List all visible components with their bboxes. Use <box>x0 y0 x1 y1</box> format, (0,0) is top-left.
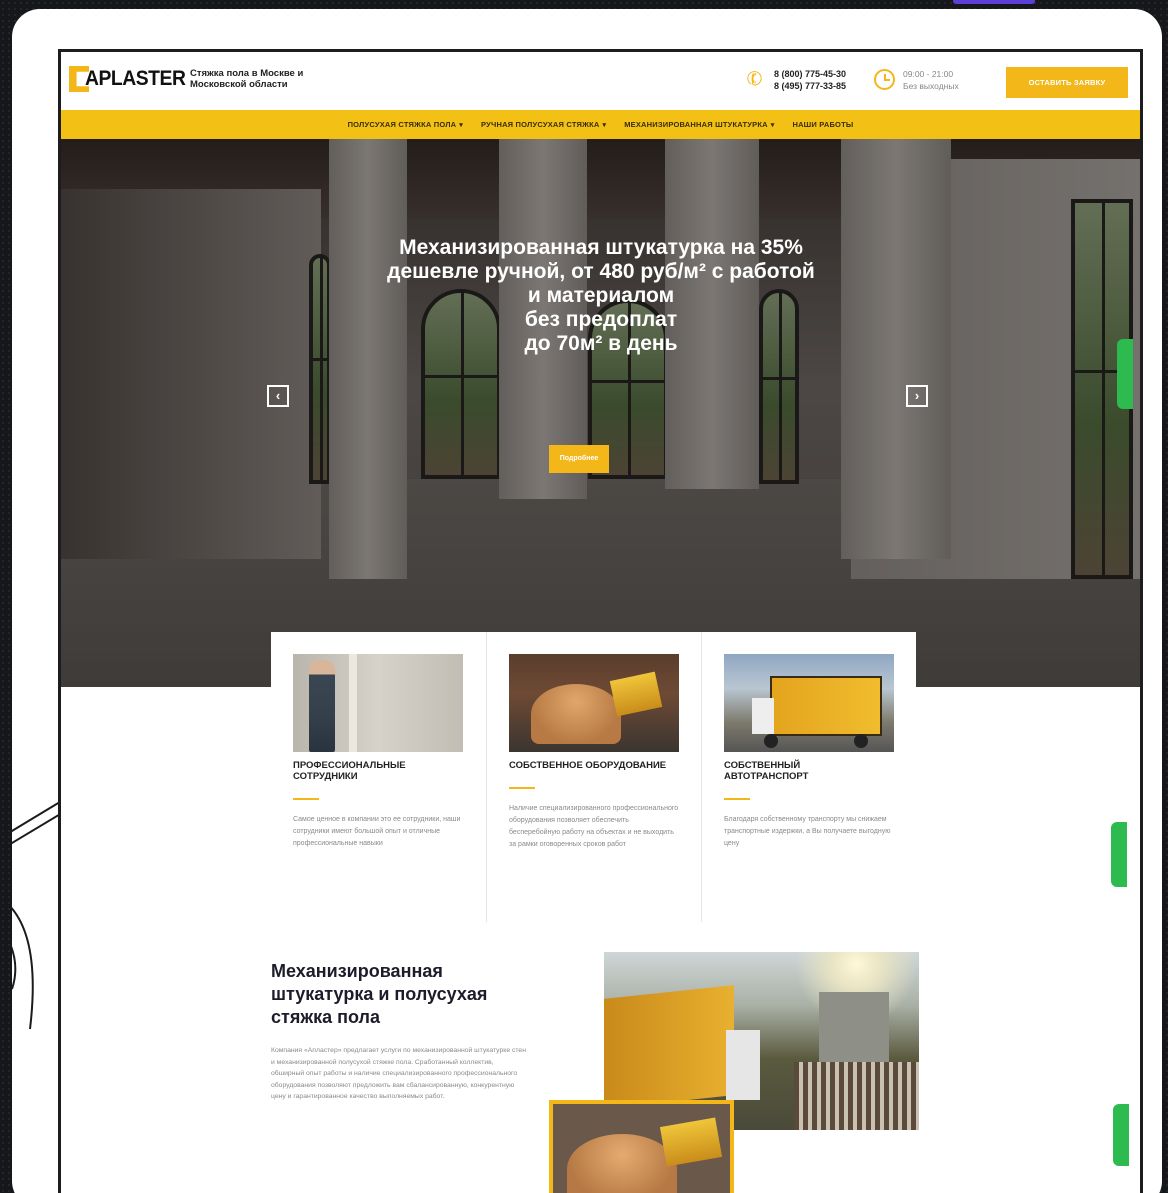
site-tagline: Стяжка пола в Москве и Московской област… <box>190 68 304 90</box>
hero-overlay <box>61 139 1140 687</box>
leave-request-button[interactable]: ОСТАВИТЬ ЗАЯВКУ <box>1006 67 1128 98</box>
site-header: APLASTER Стяжка пола в Москве и Московск… <box>61 52 1140 110</box>
feature-text: Наличие специализированного профессионал… <box>509 805 679 848</box>
hero-title-line: без предоплат <box>524 308 678 331</box>
main-nav: ПОЛУСУХАЯ СТЯЖКА ПОЛА ▾ РУЧНАЯ ПОЛУСУХАЯ … <box>61 110 1140 139</box>
truck-photo <box>724 654 894 752</box>
nav-item-label: МЕХАНИЗИРОВАННАЯ ШТУКАТУРКА <box>624 120 768 129</box>
worker-photo <box>293 654 463 752</box>
chevron-down-icon: ▾ <box>602 122 607 129</box>
hours-time: 09:00 - 21:00 <box>903 69 954 79</box>
hero-title-line: дешевле ручной, от 480 руб/м² с работой <box>387 260 815 283</box>
features-section: ПРОФЕССИОНАЛЬНЫЕ СОТРУДНИКИ Самое ценное… <box>271 632 916 922</box>
working-hours: 09:00 - 21:00 Без выходных <box>903 68 959 92</box>
feature-divider <box>509 787 535 789</box>
nav-item-semidry-screed[interactable]: ПОЛУСУХАЯ СТЯЖКА ПОЛА ▾ <box>348 120 463 129</box>
tablet-frame: APLASTER Стяжка пола в Москве и Московск… <box>12 9 1162 1193</box>
feature-card: ПРОФЕССИОНАЛЬНЫЕ СОТРУДНИКИ Самое ценное… <box>271 632 486 922</box>
callback-widget-tab[interactable] <box>1117 339 1133 409</box>
feature-card: СОБСТВЕННОЕ ОБОРУДОВАНИЕ Наличие специал… <box>486 632 701 922</box>
about-title: Механизированная штукатурка и полусухая … <box>271 961 488 1027</box>
nav-item-manual-screed[interactable]: РУЧНАЯ ПОЛУСУХАЯ СТЯЖКА ▾ <box>481 120 606 129</box>
hours-note: Без выходных <box>903 81 959 91</box>
feature-title: СОБСТВЕННЫЙ АВТОТРАНСПОРТ <box>724 760 809 782</box>
chevron-down-icon: ▾ <box>459 122 464 129</box>
phone-link-1[interactable]: 8 (800) 775-45-30 <box>774 68 846 80</box>
clock-icon <box>874 69 895 90</box>
chevron-left-icon: ‹ <box>275 388 281 403</box>
top-accent-tab <box>953 0 1035 4</box>
hero-more-button[interactable]: Подробнее <box>549 445 609 473</box>
feature-text: Самое ценное в компании это ее сотрудник… <box>293 816 461 847</box>
hero-title: Механизированная штукатурка на 35% дешев… <box>291 236 911 356</box>
phone-numbers: 8 (800) 775-45-30 8 (495) 777-33-85 <box>774 68 846 92</box>
hero-slider: Механизированная штукатурка на 35% дешев… <box>61 139 1140 687</box>
feature-title: СОБСТВЕННОЕ ОБОРУДОВАНИЕ <box>509 760 667 771</box>
feature-divider <box>724 798 750 800</box>
feature-title: ПРОФЕССИОНАЛЬНЫЕ СОТРУДНИКИ <box>293 760 406 782</box>
logo-text: APLASTER <box>85 67 186 90</box>
chevron-down-icon: ▾ <box>770 122 775 129</box>
feature-divider <box>293 798 319 800</box>
website-preview: APLASTER Стяжка пола в Москве и Московск… <box>58 49 1143 1193</box>
hero-title-line: и материалом <box>527 284 675 307</box>
equipment-photo <box>509 654 679 752</box>
hero-title-line: до 70м² в день <box>524 332 678 355</box>
feature-text: Благодаря собственному транспорту мы сни… <box>724 816 891 847</box>
whatsapp-widget-tab[interactable] <box>1113 1104 1129 1166</box>
phone-link-2[interactable]: 8 (495) 777-33-85 <box>774 80 846 92</box>
chevron-right-icon: › <box>914 388 920 403</box>
feature-card: СОБСТВЕННЫЙ АВТОТРАНСПОРТ Благодаря собс… <box>701 632 916 922</box>
logo[interactable]: APLASTER <box>69 64 194 94</box>
slider-prev-button[interactable]: ‹ <box>267 385 289 407</box>
phone-icon: ✆ <box>743 66 767 93</box>
nav-item-mechanized-plaster[interactable]: МЕХАНИЗИРОВАННАЯ ШТУКАТУРКА ▾ <box>624 120 774 129</box>
hero-title-line: Механизированная штукатурка на 35% <box>399 236 803 259</box>
nav-item-label: ПОЛУСУХАЯ СТЯЖКА ПОЛА <box>347 120 457 129</box>
about-sand-photo <box>549 1100 734 1193</box>
nav-item-our-works[interactable]: НАШИ РАБОТЫ <box>792 120 853 129</box>
slider-next-button[interactable]: › <box>906 385 928 407</box>
nav-item-label: НАШИ РАБОТЫ <box>792 120 854 129</box>
chat-widget-tab[interactable] <box>1111 822 1127 887</box>
about-text: Компания «Апластер» предлагает услуги по… <box>271 1047 526 1101</box>
nav-item-label: РУЧНАЯ ПОЛУСУХАЯ СТЯЖКА <box>481 120 600 129</box>
